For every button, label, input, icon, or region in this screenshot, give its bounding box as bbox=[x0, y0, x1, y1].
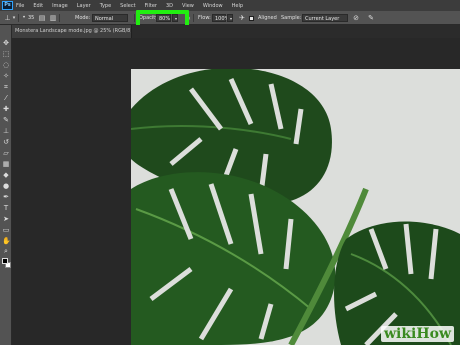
separator bbox=[193, 14, 194, 22]
hand-icon[interactable]: ✋ bbox=[2, 237, 11, 245]
options-bar: ⊥ ▾ • 35 ▤ ▥ Mode: Normal Opacity: 80% ▾… bbox=[0, 11, 460, 25]
lasso-icon[interactable]: ◌ bbox=[2, 61, 10, 69]
menu-file[interactable]: File bbox=[16, 3, 24, 9]
pressure-size-icon[interactable]: ✎ bbox=[367, 14, 375, 22]
aligned-checkbox[interactable] bbox=[249, 15, 254, 21]
flow-field[interactable]: 100% bbox=[212, 14, 229, 22]
monstera-photo bbox=[131, 69, 460, 345]
document-tab-bar: Monstera Landscape mode.jpg @ 25% (RGB/8… bbox=[0, 25, 460, 38]
brush-icon[interactable]: ✎ bbox=[2, 116, 10, 124]
menu-layer[interactable]: Layer bbox=[77, 3, 91, 9]
menu-filter[interactable]: Filter bbox=[145, 3, 157, 9]
gradient-icon[interactable]: ▦ bbox=[2, 160, 10, 168]
sample-label: Sample: bbox=[281, 15, 302, 21]
quick-select-icon[interactable]: ✧ bbox=[2, 72, 10, 80]
marquee-icon[interactable]: ⬚ bbox=[2, 50, 10, 58]
flow-slider-chevron-icon[interactable]: ▾ bbox=[227, 14, 233, 22]
wikihow-watermark: wikiHow bbox=[380, 326, 454, 342]
photoshop-logo: Ps bbox=[2, 1, 13, 10]
blur-icon[interactable]: ◆ bbox=[2, 171, 10, 179]
separator bbox=[18, 14, 19, 22]
separator bbox=[134, 14, 135, 22]
pen-icon[interactable]: ✒ bbox=[2, 193, 10, 201]
tools-panel: ✥ ⬚ ◌ ✧ ⌗ ⁄ ✚ ✎ ⊥ ↺ ▱ ▦ ◆ ● ✒ T ➤ ▭ ✋ ⌕ bbox=[0, 25, 12, 345]
zoom-icon[interactable]: ⌕ bbox=[2, 247, 10, 255]
clone-source-icon[interactable]: ▥ bbox=[49, 14, 57, 22]
menu-edit[interactable]: Edit bbox=[33, 3, 43, 9]
aligned-label: Aligned bbox=[258, 15, 277, 21]
eyedropper-icon[interactable]: ⁄ bbox=[2, 94, 10, 102]
path-select-icon[interactable]: ➤ bbox=[2, 215, 10, 223]
move-icon[interactable]: ✥ bbox=[2, 39, 10, 47]
clone-stamp-icon[interactable]: ⊥ bbox=[2, 127, 10, 135]
crop-icon[interactable]: ⌗ bbox=[2, 83, 10, 91]
clone-stamp-icon[interactable]: ⊥ bbox=[3, 14, 12, 22]
image-canvas[interactable]: wikiHow bbox=[131, 69, 460, 345]
photoshop-window: Ps File Edit Image Layer Type Select Fil… bbox=[0, 0, 460, 345]
menu-3d[interactable]: 3D bbox=[166, 3, 173, 9]
menu-window[interactable]: Window bbox=[203, 3, 223, 9]
brush-tip-icon: • bbox=[22, 14, 26, 21]
separator bbox=[59, 14, 60, 22]
tool-preset-chevron-icon[interactable]: ▾ bbox=[12, 14, 16, 22]
menu-bar: Ps File Edit Image Layer Type Select Fil… bbox=[0, 0, 460, 11]
document-tab[interactable]: Monstera Landscape mode.jpg @ 25% (RGB/8… bbox=[12, 25, 132, 38]
rectangle-icon[interactable]: ▭ bbox=[2, 226, 10, 234]
menu-help[interactable]: Help bbox=[232, 3, 243, 9]
mode-label: Mode: bbox=[75, 15, 91, 21]
menu-image[interactable]: Image bbox=[52, 3, 68, 9]
eraser-icon[interactable]: ▱ bbox=[2, 149, 10, 157]
menu-type[interactable]: Type bbox=[100, 3, 111, 9]
sample-dropdown[interactable]: Current Layer bbox=[302, 14, 348, 22]
foreground-color-swatch[interactable] bbox=[2, 258, 8, 264]
history-brush-icon[interactable]: ↺ bbox=[2, 138, 10, 146]
brush-size[interactable]: 35 bbox=[28, 14, 34, 22]
ignore-adjustment-layers-icon[interactable]: ⊘ bbox=[352, 14, 360, 22]
menu-select[interactable]: Select bbox=[120, 3, 135, 9]
healing-brush-icon[interactable]: ✚ bbox=[2, 105, 10, 113]
flow-label: Flow: bbox=[198, 15, 211, 21]
menu-view[interactable]: View bbox=[182, 3, 194, 9]
airbrush-icon[interactable]: ✈ bbox=[238, 14, 246, 22]
dodge-icon[interactable]: ● bbox=[2, 182, 10, 190]
brush-settings-icon[interactable]: ▤ bbox=[38, 14, 46, 22]
type-icon[interactable]: T bbox=[2, 204, 10, 212]
mode-dropdown[interactable]: Normal bbox=[92, 14, 128, 22]
